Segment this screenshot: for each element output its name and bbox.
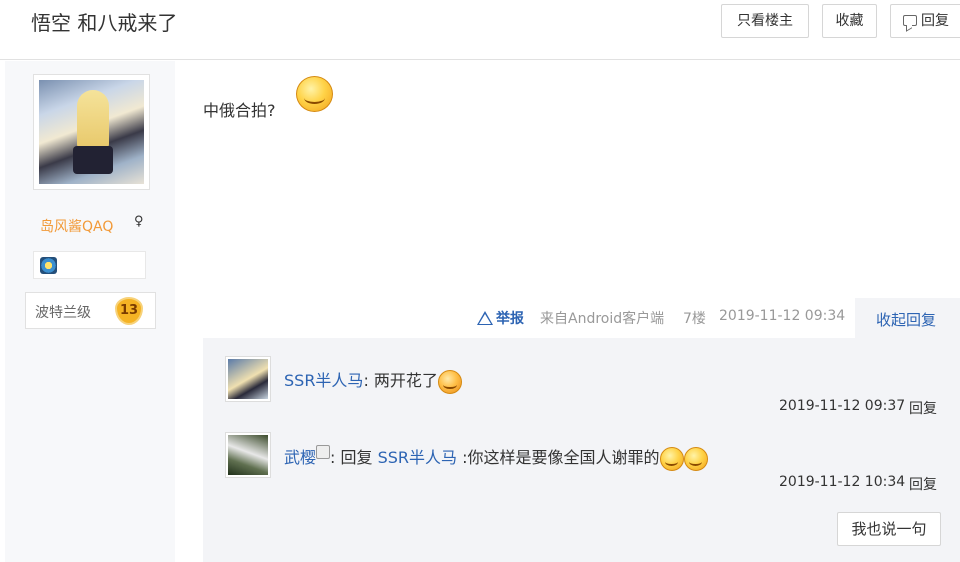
reply-content: SSR半人马: 两开花了: [284, 367, 462, 394]
reply-time: 2019-11-12 09:37: [779, 398, 906, 414]
add-comment-button[interactable]: 我也说一句: [837, 512, 941, 546]
report-label: 举报: [496, 311, 524, 327]
vip-icon: [316, 445, 331, 459]
reply-time: 2019-11-12 10:34: [779, 474, 906, 490]
report-link[interactable]: 举报: [477, 308, 524, 328]
reply-text: :你这样是要像全国人谢罪的: [457, 448, 660, 467]
angry-face-icon: [437, 369, 462, 394]
badge-icon[interactable]: [40, 257, 57, 274]
author-avatar[interactable]: [33, 74, 150, 190]
reply-avatar[interactable]: [225, 432, 271, 478]
reply-user-link[interactable]: SSR半人马: [284, 371, 363, 390]
thread-title: 悟空 和八戒来了: [31, 11, 178, 35]
reply-button-label: 回复: [921, 13, 949, 29]
avatar-image: [228, 359, 268, 399]
reply-link[interactable]: 回复: [909, 474, 937, 494]
gender-icon: ♀: [134, 214, 144, 229]
reply-link[interactable]: 回复: [909, 398, 937, 418]
only-op-button[interactable]: 只看楼主: [721, 4, 809, 38]
post-source: 来自Android客户端: [540, 311, 665, 327]
author-sidebar: 岛风酱QAQ ♀ 波特兰级 13: [5, 61, 175, 562]
reply-content: 武樱 : 回复 SSR半人马 :你这样是要像全国人谢罪的: [284, 444, 708, 471]
avatar-image: [39, 80, 144, 184]
collapse-replies-link[interactable]: 收起回复: [876, 309, 936, 330]
reply-button[interactable]: 回复: [890, 4, 960, 38]
reply-separator: : 回复: [330, 448, 378, 467]
avatar-image: [228, 435, 268, 475]
badge-box: [33, 251, 146, 279]
reply-text: 两开花了: [373, 371, 438, 390]
reply-target-link[interactable]: SSR半人马: [378, 448, 457, 467]
smiley-icon: [659, 446, 684, 471]
smiley-icon: [683, 446, 708, 471]
reply-separator: :: [363, 371, 374, 390]
smiley-icon: [296, 76, 333, 112]
post-time: 2019-11-12 09:34: [719, 308, 846, 324]
warning-icon: [477, 311, 493, 325]
level-title: 波特兰级: [35, 305, 91, 321]
collapse-tab: 收起回复: [855, 298, 960, 338]
post-content: 中俄合拍?: [203, 101, 276, 120]
reply-list: SSR半人马: 两开花了 2019-11-12 09:37 回复 武樱 : 回复 …: [203, 338, 960, 562]
thread-header: 悟空 和八戒来了 只看楼主 收藏 回复: [0, 0, 960, 60]
comment-icon: [903, 15, 917, 26]
favorite-button[interactable]: 收藏: [822, 4, 877, 38]
post-floor: 7楼: [683, 311, 706, 327]
level-box[interactable]: 波特兰级 13: [25, 292, 156, 329]
reply-user-link[interactable]: 武樱: [284, 448, 316, 467]
level-badge: 13: [115, 297, 143, 325]
reply-avatar[interactable]: [225, 356, 271, 402]
author-name[interactable]: 岛风酱QAQ: [40, 216, 113, 236]
